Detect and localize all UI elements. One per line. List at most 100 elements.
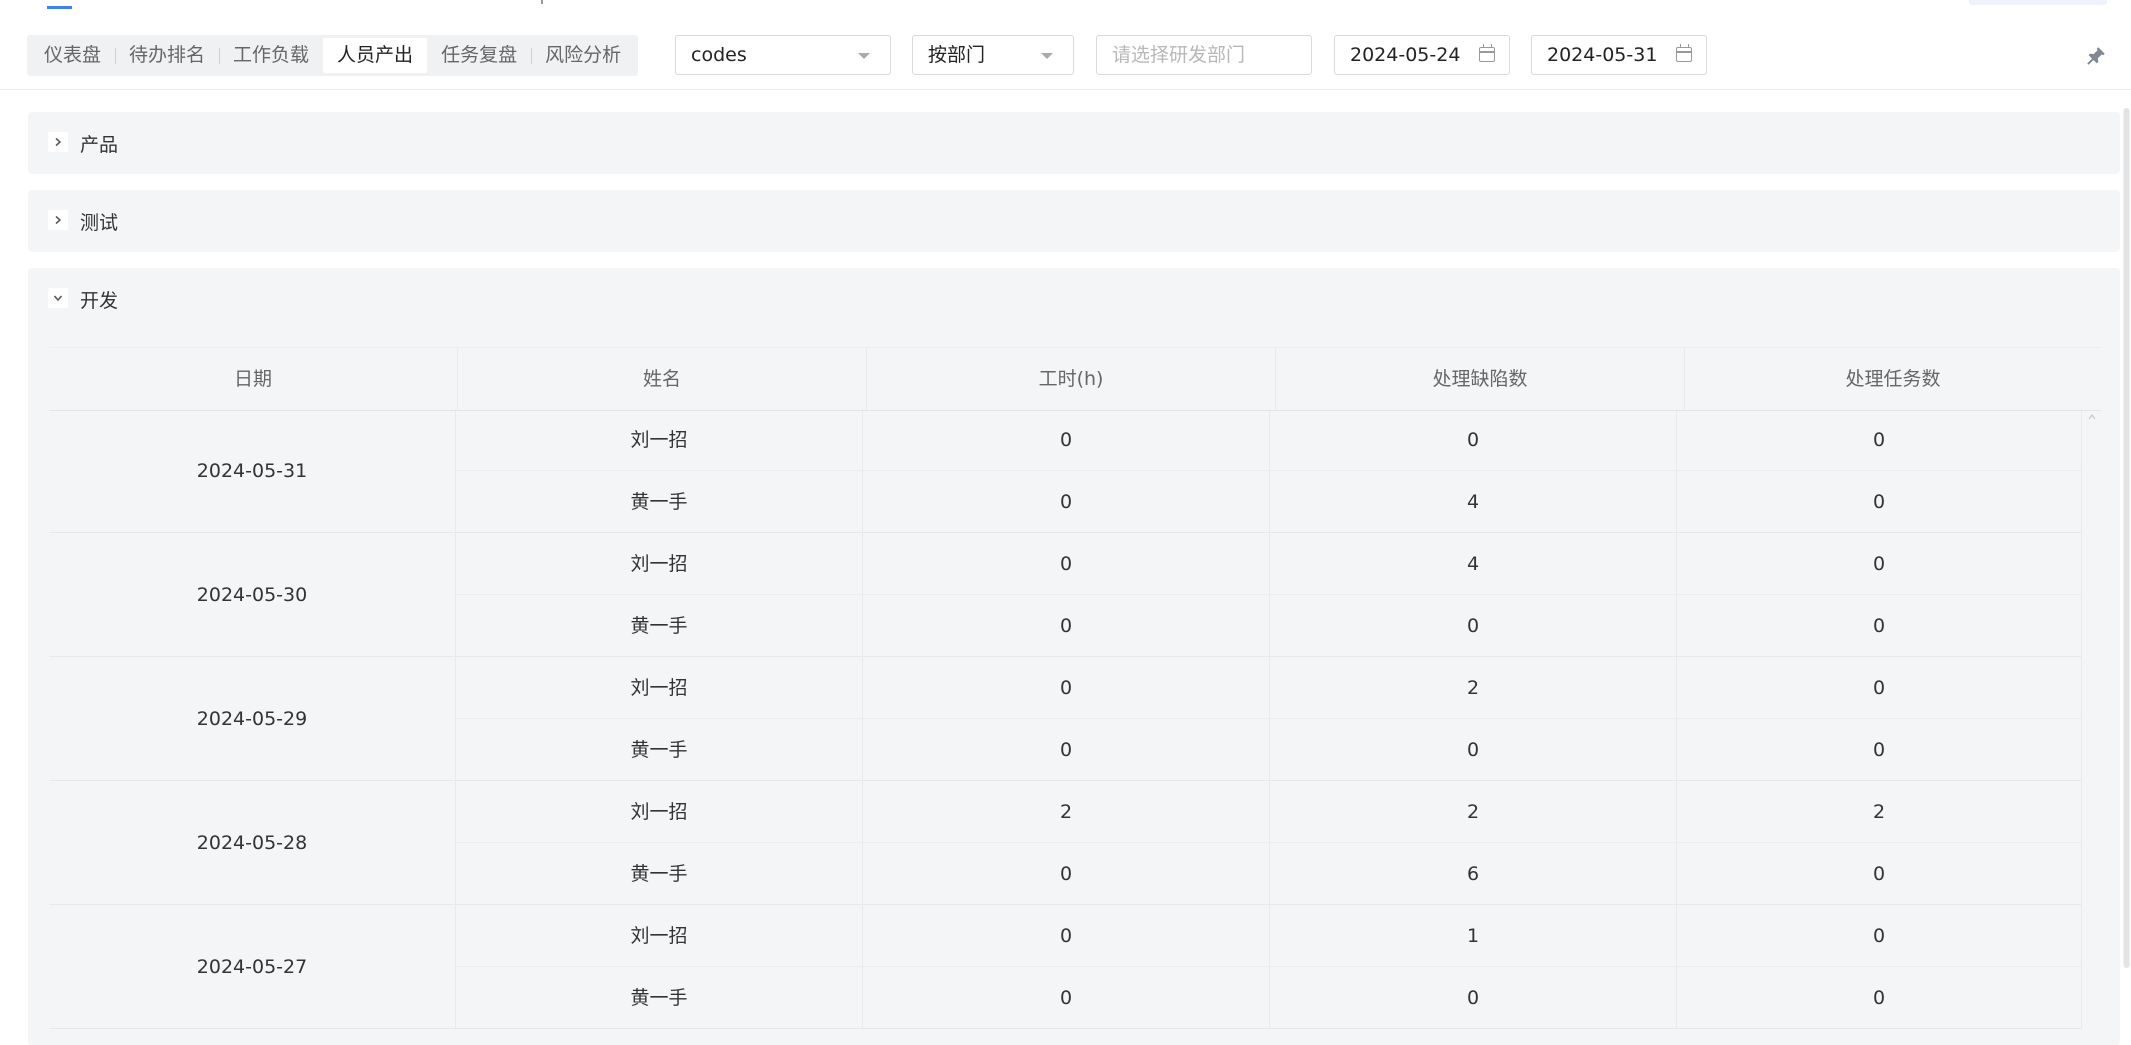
cell-defects: 0 (1270, 595, 1677, 657)
cell-tasks: 0 (1677, 905, 2082, 967)
calendar-icon (1479, 44, 1495, 62)
cell-tasks: 0 (1677, 409, 2082, 471)
calendar-icon (1676, 44, 1692, 62)
end-date-picker[interactable]: 2024-05-31 (1531, 35, 1707, 75)
start-date-picker[interactable]: 2024-05-24 (1334, 35, 1510, 75)
active-nav-indicator (47, 6, 72, 9)
table-group: 2024-05-30 刘一招 0 4 0 黄一手 0 0 0 (49, 533, 2082, 657)
cell-name: 刘一招 (456, 533, 863, 595)
cell-defects: 6 (1270, 843, 1677, 905)
cell-tasks: 0 (1677, 967, 2082, 1029)
table-row[interactable]: 黄一手 0 0 0 (456, 719, 2082, 781)
dept-select[interactable]: 请选择研发部门 (1096, 35, 1312, 75)
cell-name: 黄一手 (456, 595, 863, 657)
cell-hours: 0 (863, 967, 1270, 1029)
chevron-down-icon (858, 53, 870, 59)
tab-task-review[interactable]: 任务复盘 (427, 38, 531, 73)
col-header-tasks[interactable]: 处理任务数 (1685, 348, 2101, 410)
table-row[interactable]: 刘一招 0 4 0 (456, 533, 2082, 595)
filter-toolbar: 仪表盘 待办排名 工作负载 人员产出 任务复盘 风险分析 codes 按部门 请… (0, 21, 2131, 90)
cell-name: 刘一招 (456, 781, 863, 843)
group-by-select[interactable]: 按部门 (912, 35, 1074, 75)
cell-date: 2024-05-27 (49, 905, 456, 1029)
cell-defects: 0 (1270, 719, 1677, 781)
cell-tasks: 0 (1677, 657, 2082, 719)
cell-hours: 0 (863, 409, 1270, 471)
top-right-button[interactable] (1969, 0, 2107, 5)
table-row[interactable]: 刘一招 2 2 2 (456, 781, 2082, 843)
cell-tasks: 0 (1677, 471, 2082, 533)
cell-defects: 2 (1270, 657, 1677, 719)
table-row[interactable]: 黄一手 0 0 0 (456, 967, 2082, 1029)
tab-personnel-output[interactable]: 人员产出 (323, 38, 428, 73)
top-nav-strip (0, 0, 2131, 22)
cell-tasks: 0 (1677, 533, 2082, 595)
table-row[interactable]: 刘一招 0 1 0 (456, 905, 2082, 967)
cell-name: 刘一招 (456, 657, 863, 719)
tab-workload[interactable]: 工作负载 (219, 38, 323, 73)
cell-defects: 0 (1270, 409, 1677, 471)
cell-date: 2024-05-30 (49, 533, 456, 657)
cell-name: 黄一手 (456, 843, 863, 905)
col-header-name[interactable]: 姓名 (458, 348, 867, 410)
table-group: 2024-05-27 刘一招 0 1 0 黄一手 0 0 0 (49, 905, 2082, 1029)
section-title: 开发 (80, 289, 119, 312)
col-header-defects[interactable]: 处理缺陷数 (1276, 348, 1685, 410)
table-group: 2024-05-29 刘一招 0 2 0 黄一手 0 0 0 (49, 657, 2082, 781)
group-by-value: 按部门 (928, 44, 986, 66)
project-select[interactable]: codes (675, 35, 891, 75)
table-row[interactable]: 刘一招 0 2 0 (456, 657, 2082, 719)
table-row[interactable]: 黄一手 0 0 0 (456, 595, 2082, 657)
table-header: 日期 姓名 工时(h) 处理缺陷数 处理任务数 (49, 347, 2101, 411)
section-title: 测试 (80, 211, 119, 234)
chevron-down-icon (48, 288, 68, 308)
cell-hours: 0 (863, 905, 1270, 967)
page-scrollbar[interactable] (2122, 108, 2131, 968)
pin-icon[interactable] (2085, 45, 2107, 67)
cell-defects: 4 (1270, 533, 1677, 595)
table-row[interactable]: 刘一招 0 0 0 (456, 409, 2082, 471)
section-header[interactable]: 开发 (48, 268, 118, 330)
cell-tasks: 0 (1677, 843, 2082, 905)
tab-todo-ranking[interactable]: 待办排名 (115, 38, 219, 73)
table-body: 2024-05-31 刘一招 0 0 0 黄一手 0 4 0 2024-05-3… (49, 409, 2082, 1029)
chevron-right-icon (48, 132, 68, 152)
cell-tasks: 0 (1677, 595, 2082, 657)
cell-name: 刘一招 (456, 905, 863, 967)
cell-hours: 0 (863, 843, 1270, 905)
tab-dashboard[interactable]: 仪表盘 (30, 38, 115, 73)
cell-hours: 0 (863, 471, 1270, 533)
section-header[interactable]: 产品 (48, 112, 118, 174)
tab-risk-analysis[interactable]: 风险分析 (531, 38, 635, 73)
dept-select-placeholder: 请选择研发部门 (1112, 44, 1246, 66)
section-product[interactable]: 产品 (28, 112, 2120, 174)
table-group: 2024-05-28 刘一招 2 2 2 黄一手 0 6 0 (49, 781, 2082, 905)
view-tabs: 仪表盘 待办排名 工作负载 人员产出 任务复盘 风险分析 (27, 35, 639, 76)
cell-defects: 2 (1270, 781, 1677, 843)
table-group: 2024-05-31 刘一招 0 0 0 黄一手 0 4 0 (49, 409, 2082, 533)
col-header-date[interactable]: 日期 (49, 348, 458, 410)
section-testing[interactable]: 测试 (28, 190, 2120, 252)
table-scrollbar[interactable] (2086, 411, 2098, 1045)
project-select-value: codes (691, 44, 747, 66)
cell-date: 2024-05-29 (49, 657, 456, 781)
cell-hours: 0 (863, 719, 1270, 781)
cell-defects: 4 (1270, 471, 1677, 533)
cell-name: 黄一手 (456, 967, 863, 1029)
cell-tasks: 0 (1677, 719, 2082, 781)
nav-divider (541, 0, 543, 4)
cell-hours: 0 (863, 657, 1270, 719)
chevron-down-icon (1041, 53, 1053, 59)
cell-hours: 2 (863, 781, 1270, 843)
cell-date: 2024-05-31 (49, 409, 456, 533)
table-row[interactable]: 黄一手 0 4 0 (456, 471, 2082, 533)
cell-defects: 1 (1270, 905, 1677, 967)
cell-tasks: 2 (1677, 781, 2082, 843)
col-header-hours[interactable]: 工时(h) (867, 348, 1276, 410)
start-date-value: 2024-05-24 (1350, 44, 1461, 66)
section-header[interactable]: 测试 (48, 190, 118, 252)
cell-name: 黄一手 (456, 471, 863, 533)
chevron-right-icon (48, 210, 68, 230)
table-row[interactable]: 黄一手 0 6 0 (456, 843, 2082, 905)
cell-date: 2024-05-28 (49, 781, 456, 905)
